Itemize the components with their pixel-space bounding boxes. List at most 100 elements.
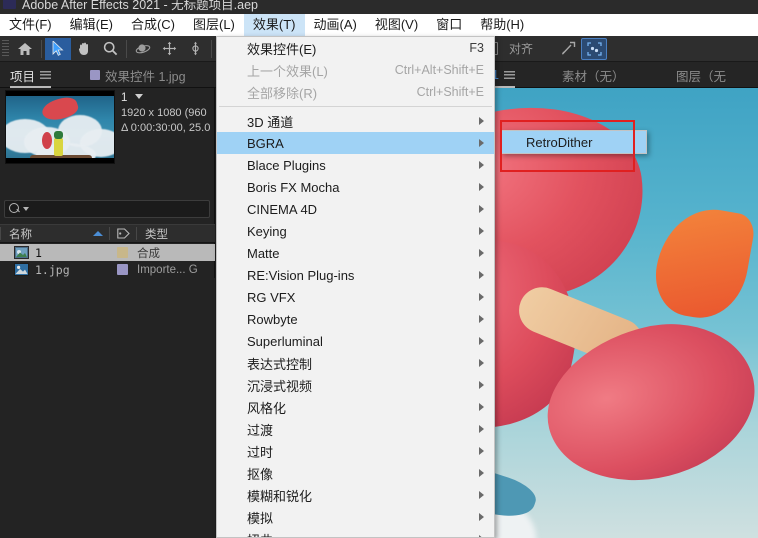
menu-item-keying[interactable]: Keying [217, 220, 494, 242]
project-panel-empty-area[interactable] [0, 278, 215, 538]
menu-item-revision-plugins[interactable]: RE:Vision Plug-ins [217, 264, 494, 286]
menu-view[interactable]: 视图(V) [366, 14, 427, 36]
tab-footage[interactable]: 素材（无） [562, 62, 625, 88]
search-input[interactable] [29, 203, 205, 215]
toolbar-separator-2 [126, 39, 127, 58]
menu-item-label: 风格化 [247, 400, 287, 416]
hand-icon[interactable] [71, 38, 97, 60]
tab-footage-label: 素材（无） [562, 69, 625, 84]
table-row[interactable]: 1.jpg Importe... G [0, 261, 215, 278]
menu-item-superluminal[interactable]: Superluminal [217, 330, 494, 352]
after-effects-window: Adobe After Effects 2021 - 无标题项目.aep 文件(… [0, 0, 758, 538]
chevron-right-icon [479, 205, 484, 213]
menu-item-rowbyte[interactable]: Rowbyte [217, 308, 494, 330]
menu-item-label: 抠像 [247, 466, 274, 482]
menu-item-rg-vfx[interactable]: RG VFX [217, 286, 494, 308]
menu-edit[interactable]: 编辑(E) [61, 14, 122, 36]
row-color-swatch[interactable] [117, 247, 128, 258]
chevron-right-icon [479, 491, 484, 499]
bgra-submenu: RetroDither [501, 130, 647, 154]
tab-layer[interactable]: 图层（无 [676, 62, 726, 88]
menu-window[interactable]: 窗口 [427, 14, 471, 36]
menu-help[interactable]: 帮助(H) [471, 14, 533, 36]
chevron-right-icon [479, 227, 484, 235]
column-header-name[interactable]: 名称 [1, 226, 109, 242]
menu-item-label: 沉浸式视频 [247, 378, 313, 394]
chevron-right-icon [479, 425, 484, 433]
column-header-tag[interactable] [110, 228, 136, 239]
project-column-headers: 名称 类型 [0, 224, 215, 243]
chevron-right-icon [479, 337, 484, 345]
chevron-right-icon [479, 183, 484, 191]
chevron-right-icon [479, 469, 484, 477]
menu-item-label: Superluminal [247, 333, 323, 349]
menu-effect[interactable]: 效果(T) [243, 14, 305, 36]
menu-item-label: 过时 [247, 444, 274, 460]
pan-behind-icon[interactable] [156, 38, 182, 60]
menu-item-matte-keying[interactable]: 抠像 [217, 462, 494, 484]
menu-item-cinema-4d[interactable]: CINEMA 4D [217, 198, 494, 220]
tab-project-label: 项目 [10, 69, 36, 84]
menu-item-retrodither[interactable]: RetroDither [502, 131, 646, 153]
sort-ascending-icon[interactable] [93, 231, 103, 236]
menu-item-immersive-video[interactable]: 沉浸式视频 [217, 374, 494, 396]
menu-item-stylize[interactable]: 风格化 [217, 396, 494, 418]
menu-item-matte[interactable]: Matte [217, 242, 494, 264]
menu-item-3d-channel[interactable]: 3D 通道 [217, 110, 494, 132]
panel-menu-icon[interactable] [40, 70, 52, 80]
menu-item-label: BGRA [247, 135, 284, 151]
menu-item-blace-plugins[interactable]: Blace Plugins [217, 154, 494, 176]
effect-controls-swatch-icon [90, 70, 100, 80]
menu-composition[interactable]: 合成(C) [122, 14, 184, 36]
menu-item-effect-controls[interactable]: 效果控件(E) F3 [217, 37, 494, 59]
adobe-ae-logo-icon [3, 0, 16, 9]
tab-composition-1[interactable]: 1 [492, 62, 515, 88]
chevron-right-icon [479, 359, 484, 367]
project-item-resolution: 1920 x 1080 (960 [121, 107, 207, 119]
column-header-name-label: 名称 [9, 228, 32, 241]
menu-item-label: RG VFX [247, 289, 296, 305]
menu-item-transition[interactable]: 过渡 [217, 418, 494, 440]
menu-item-label: 模拟 [247, 510, 274, 526]
menu-item-shortcut: Ctrl+Shift+E [416, 85, 484, 99]
tab-project[interactable]: 项目 [10, 62, 52, 88]
roto-brush-icon[interactable] [581, 37, 608, 60]
menu-item-expression-controls[interactable]: 表达式控制 [217, 352, 494, 374]
menu-item-blur-and-sharpen[interactable]: 模糊和锐化 [217, 484, 494, 506]
menu-item-distort[interactable]: 扭曲 [217, 528, 494, 537]
home-icon[interactable] [12, 38, 38, 60]
puppet-pin-icon[interactable] [555, 38, 581, 60]
image-file-icon [14, 263, 29, 276]
menu-item-boris-fx-mocha[interactable]: Boris FX Mocha [217, 176, 494, 198]
menu-item-label: Boris FX Mocha [247, 179, 340, 195]
chevron-down-icon[interactable] [134, 94, 143, 99]
window-title: Adobe After Effects 2021 - 无标题项目.aep [22, 0, 258, 12]
orbit-rotate-icon[interactable] [130, 38, 156, 60]
menu-item-bgra[interactable]: BGRA [217, 132, 494, 154]
chevron-right-icon [479, 315, 484, 323]
row-type: 合成 [137, 247, 160, 260]
table-row[interactable]: 1 合成 [0, 244, 215, 261]
project-item-metadata: 1 1920 x 1080 (960 Δ 0:00:30:00, 25.0 [121, 91, 210, 136]
menu-file[interactable]: 文件(F) [0, 14, 61, 36]
zoom-magnifier-icon[interactable] [97, 38, 123, 60]
project-thumbnail [5, 90, 115, 164]
chevron-right-icon [479, 161, 484, 169]
menu-item-obsolete[interactable]: 过时 [217, 440, 494, 462]
anchor-point-icon[interactable] [182, 38, 208, 60]
project-search-row[interactable] [4, 200, 210, 218]
selection-arrow-icon[interactable] [45, 37, 71, 60]
toolbar-grip[interactable] [2, 39, 9, 58]
menu-layer[interactable]: 图层(L) [184, 14, 244, 36]
toolbar-separator-3 [211, 39, 212, 58]
column-header-type[interactable]: 类型 [137, 225, 215, 243]
composition-panel-menu-icon[interactable] [503, 70, 515, 80]
toolbar-separator [41, 39, 42, 58]
menu-animation[interactable]: 动画(A) [305, 14, 366, 36]
row-color-swatch[interactable] [117, 264, 128, 275]
tab-effect-controls[interactable]: 效果控件 1.jpg [90, 62, 186, 88]
menu-item-label: 效果控件(E) [247, 41, 317, 57]
menu-item-simulation[interactable]: 模拟 [217, 506, 494, 528]
search-icon [9, 203, 21, 215]
menu-item-label: 全部移除(R) [247, 85, 318, 101]
